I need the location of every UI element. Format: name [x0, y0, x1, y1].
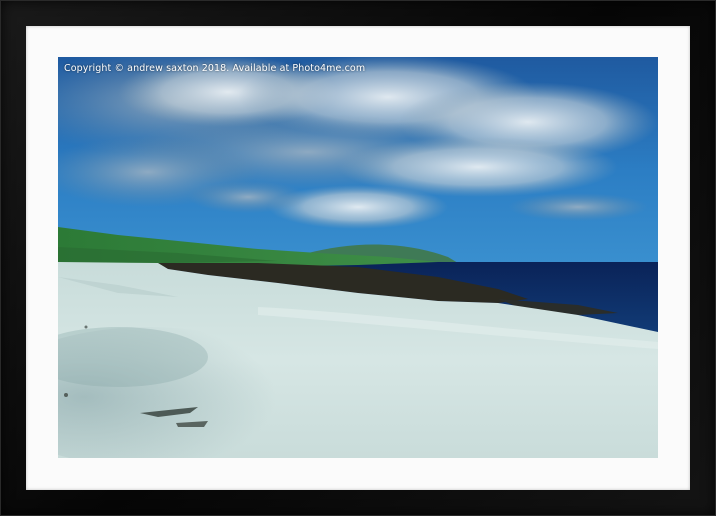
- copyright-watermark: Copyright © andrew saxton 2018. Availabl…: [64, 63, 366, 74]
- beach-photograph: [58, 57, 658, 458]
